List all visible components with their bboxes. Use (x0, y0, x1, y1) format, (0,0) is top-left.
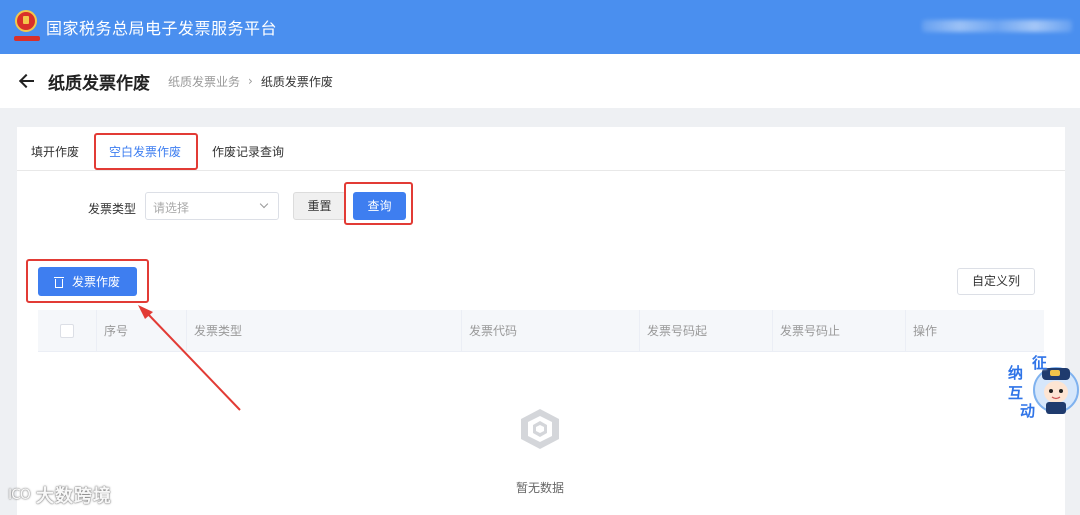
red-arrow-annotation (138, 305, 241, 411)
mascot-widget[interactable]: 征 纳 互 动 (1004, 352, 1080, 422)
mascot-char-1: 征 (1032, 354, 1048, 372)
watermark-logo: ICO (8, 487, 31, 503)
mascot-char-2: 纳 (1008, 364, 1024, 382)
mascot-char-4: 动 (1020, 402, 1036, 420)
watermark-text: 大数跨境 (35, 486, 112, 507)
watermark: ICO 大数跨境 (8, 482, 112, 508)
